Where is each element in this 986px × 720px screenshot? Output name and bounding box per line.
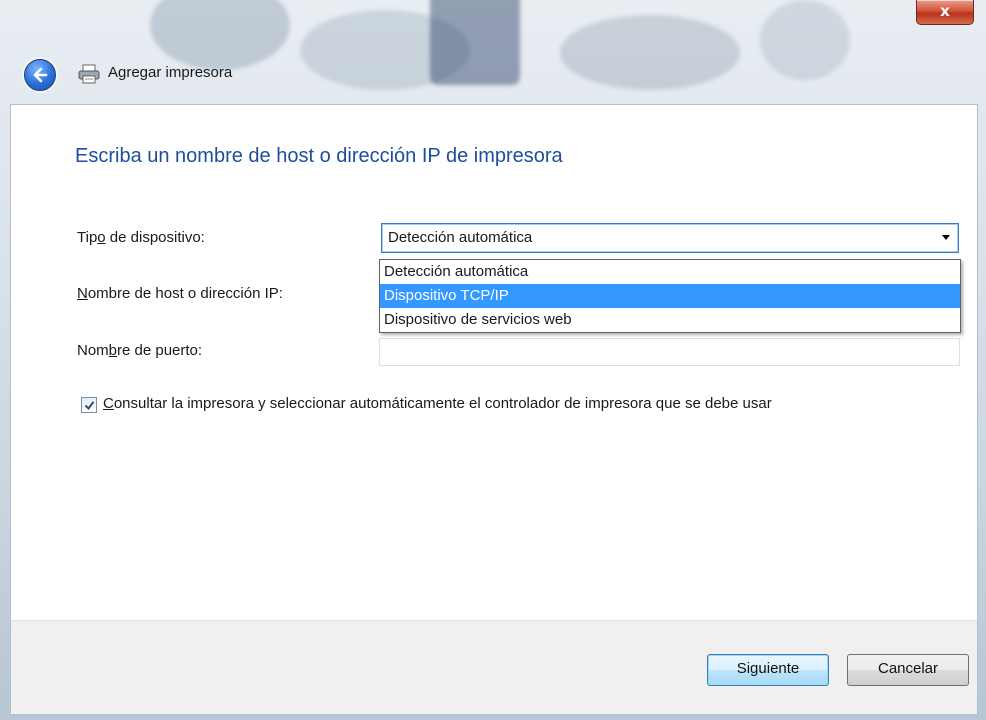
window-frame: x Agregar impresora Escriba un nombre de… <box>0 0 986 720</box>
dropdown-option-highlighted[interactable]: Dispositivo TCP/IP <box>380 284 960 308</box>
chevron-down-icon[interactable] <box>942 235 950 240</box>
close-button[interactable]: x <box>916 0 974 25</box>
checkmark-icon <box>84 400 94 410</box>
cancel-button[interactable]: Cancelar <box>847 654 969 686</box>
title-bar: x Agregar impresora <box>0 0 986 104</box>
device-type-select[interactable]: Detección automática <box>381 223 959 253</box>
back-arrow-icon <box>33 67 48 83</box>
device-type-selected-value: Detección automática <box>388 229 533 246</box>
wizard-footer: Siguiente Cancelar <box>10 620 978 715</box>
wizard-content: Escriba un nombre de host o dirección IP… <box>10 104 978 621</box>
printer-icon <box>78 64 100 84</box>
dropdown-option[interactable]: Dispositivo de servicios web <box>380 308 960 332</box>
next-button[interactable]: Siguiente <box>707 654 829 686</box>
page-heading: Escriba un nombre de host o dirección IP… <box>75 145 563 167</box>
host-label: Nombre de host o dirección IP: <box>77 285 283 302</box>
port-label: Nombre de puerto: <box>77 342 203 359</box>
query-printer-checkbox[interactable] <box>81 397 97 413</box>
back-button[interactable] <box>24 59 56 91</box>
wizard-title: Agregar impresora <box>108 64 233 81</box>
dropdown-option[interactable]: Detección automática <box>380 260 960 284</box>
port-input[interactable] <box>379 338 960 366</box>
query-printer-label[interactable]: Consultar la impresora y seleccionar aut… <box>103 395 772 412</box>
device-type-label: Tipo de dispositivo: <box>77 229 205 246</box>
device-type-dropdown-list: Detección automática Dispositivo TCP/IP … <box>379 259 961 333</box>
close-icon: x <box>940 2 950 20</box>
